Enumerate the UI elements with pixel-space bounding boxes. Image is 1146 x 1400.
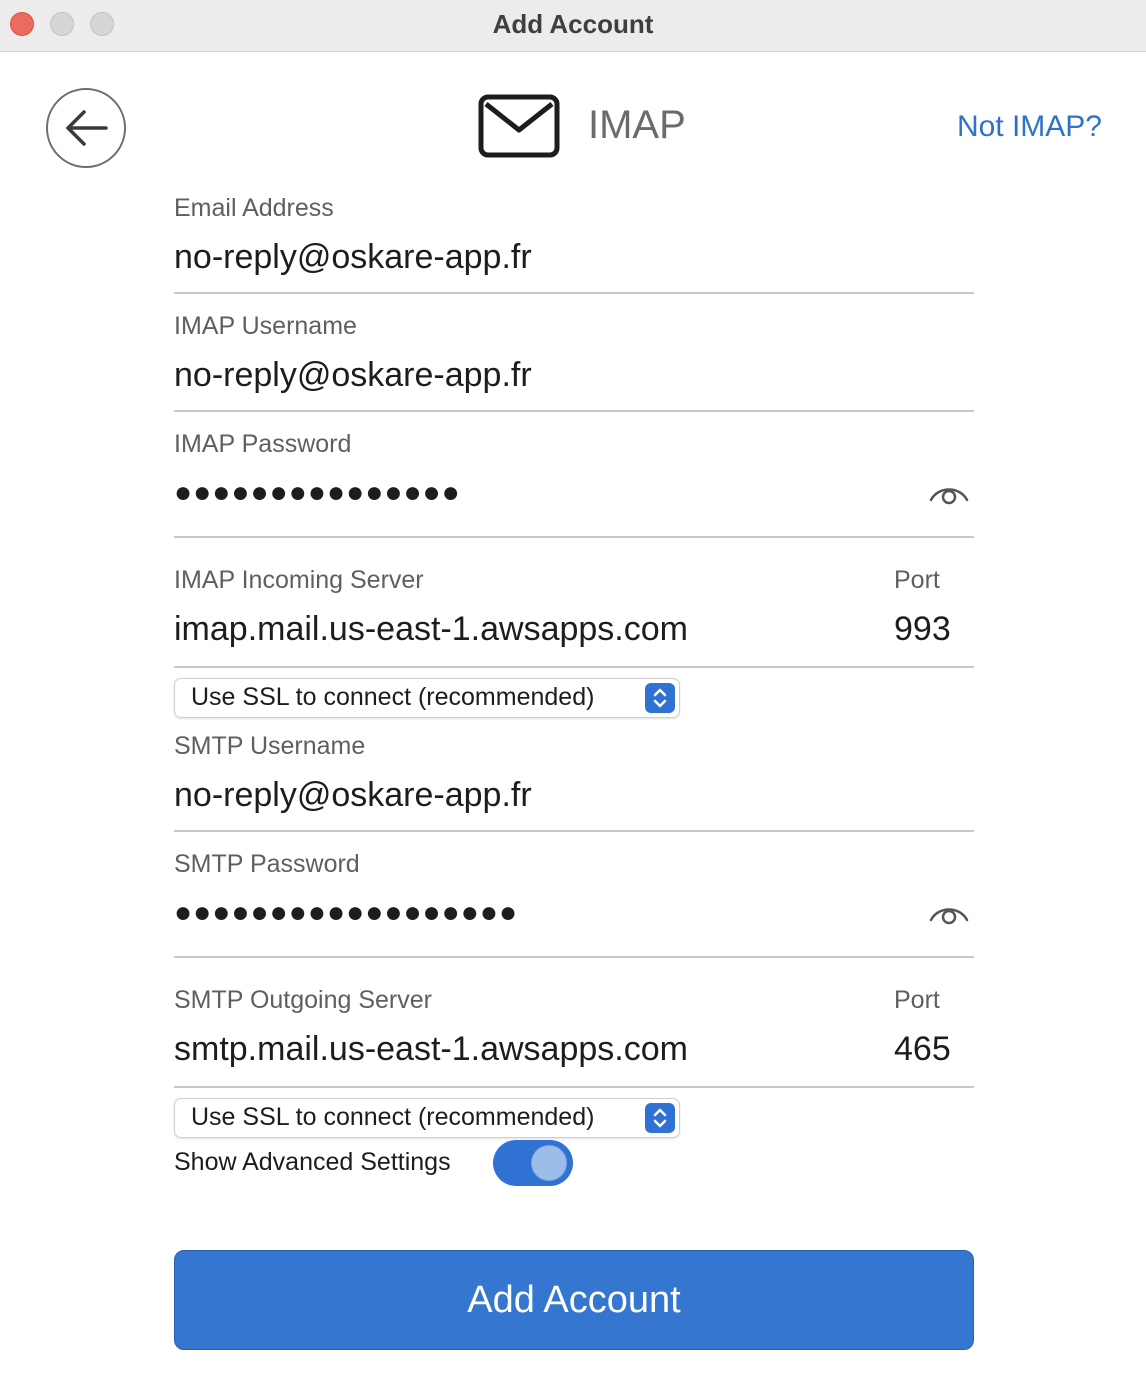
mail-envelope-icon — [478, 94, 560, 163]
imap-username-label: IMAP Username — [174, 312, 357, 340]
email-label: Email Address — [174, 194, 334, 222]
email-value[interactable]: no-reply@oskare-app.fr — [174, 238, 532, 277]
window-titlebar: Add Account — [0, 0, 1146, 52]
imap-port-label: Port — [894, 566, 940, 594]
imap-password-value[interactable]: ●●●●●●●●●●●●●●● — [174, 476, 461, 510]
imap-server-label: IMAP Incoming Server — [174, 566, 424, 594]
smtp-ssl-selected: Use SSL to connect (recommended) — [191, 1103, 595, 1131]
smtp-password-field[interactable]: SMTP Password ●●●●●●●●●●●●●●●●●● — [174, 846, 974, 958]
smtp-username-field[interactable]: SMTP Username no-reply@oskare-app.fr — [174, 728, 974, 832]
smtp-server-label: SMTP Outgoing Server — [174, 986, 432, 1014]
provider-title: IMAP — [588, 103, 686, 147]
imap-ssl-select[interactable]: Use SSL to connect (recommended) — [174, 678, 680, 718]
add-account-button[interactable]: Add Account — [174, 1250, 974, 1350]
imap-username-value[interactable]: no-reply@oskare-app.fr — [174, 356, 532, 395]
smtp-port-label: Port — [894, 986, 940, 1014]
advanced-settings-label: Show Advanced Settings — [174, 1148, 451, 1176]
smtp-ssl-select[interactable]: Use SSL to connect (recommended) — [174, 1098, 680, 1138]
imap-password-field[interactable]: IMAP Password ●●●●●●●●●●●●●●● — [174, 426, 974, 538]
imap-server-value[interactable]: imap.mail.us-east-1.awsapps.com — [174, 610, 688, 649]
show-password-eye-icon[interactable] — [928, 900, 970, 933]
imap-username-field[interactable]: IMAP Username no-reply@oskare-app.fr — [174, 308, 974, 412]
imap-port-value[interactable]: 993 — [894, 610, 951, 649]
up-down-chevron-icon — [645, 1103, 675, 1133]
show-password-eye-icon[interactable] — [928, 480, 970, 513]
smtp-username-value[interactable]: no-reply@oskare-app.fr — [174, 776, 532, 815]
imap-server-field[interactable]: IMAP Incoming Server imap.mail.us-east-1… — [174, 562, 974, 668]
smtp-server-field[interactable]: SMTP Outgoing Server smtp.mail.us-east-1… — [174, 982, 974, 1088]
smtp-port-value[interactable]: 465 — [894, 1030, 951, 1069]
advanced-settings-toggle[interactable] — [493, 1140, 573, 1186]
imap-ssl-selected: Use SSL to connect (recommended) — [191, 683, 595, 711]
smtp-password-label: SMTP Password — [174, 850, 360, 878]
smtp-server-value[interactable]: smtp.mail.us-east-1.awsapps.com — [174, 1030, 688, 1069]
window-title: Add Account — [492, 9, 654, 39]
smtp-password-value[interactable]: ●●●●●●●●●●●●●●●●●● — [174, 896, 518, 930]
not-imap-link[interactable]: Not IMAP? — [957, 110, 1102, 144]
imap-password-label: IMAP Password — [174, 430, 352, 458]
email-field[interactable]: Email Address no-reply@oskare-app.fr — [174, 190, 974, 294]
back-button[interactable] — [46, 88, 126, 168]
up-down-chevron-icon — [645, 683, 675, 713]
smtp-username-label: SMTP Username — [174, 732, 366, 760]
toggle-knob — [531, 1145, 567, 1181]
